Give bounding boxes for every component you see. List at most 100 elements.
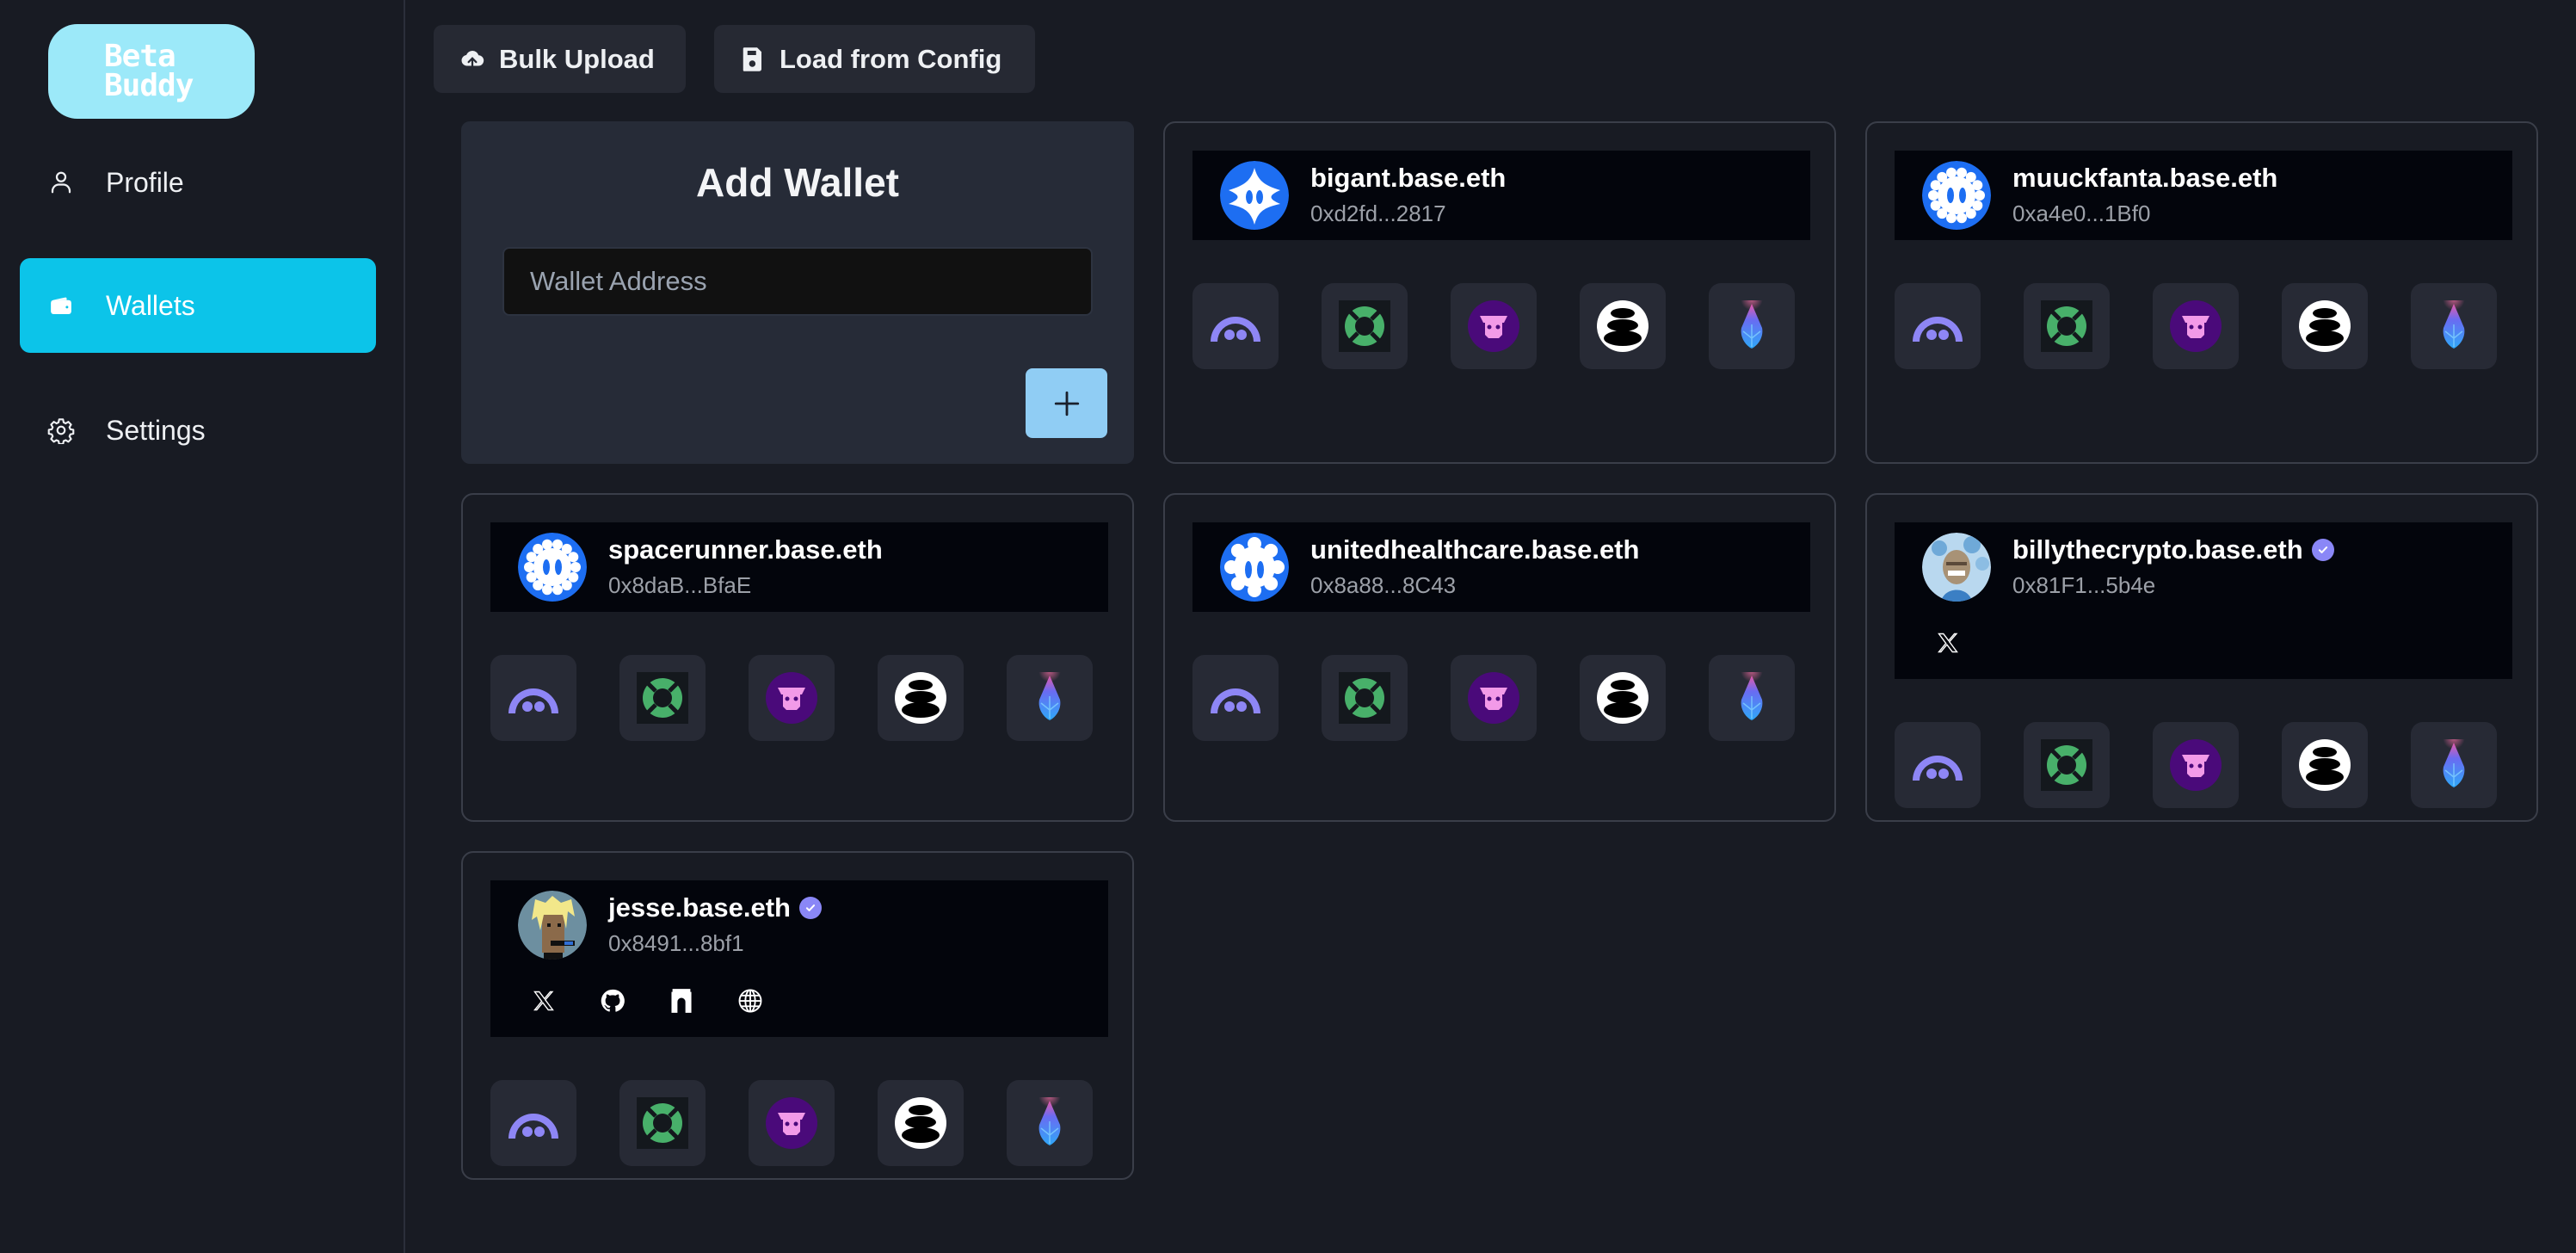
app-tiles bbox=[1192, 655, 1795, 741]
stones-icon bbox=[895, 1097, 946, 1149]
sidebar-item-wallets[interactable]: Wallets bbox=[20, 258, 376, 353]
stacked-stones-app-tile[interactable] bbox=[878, 655, 964, 741]
logo-line-1: Beta bbox=[104, 39, 176, 74]
green-lifebuoy-app-tile[interactable] bbox=[619, 655, 706, 741]
stacked-stones-app-tile[interactable] bbox=[2282, 722, 2368, 808]
blue-flame-app-tile[interactable] bbox=[1007, 655, 1093, 741]
app-tiles bbox=[490, 655, 1093, 741]
blue-flame-app-tile[interactable] bbox=[2411, 722, 2497, 808]
purple-dome-app-tile[interactable] bbox=[490, 655, 576, 741]
sidebar-item-profile[interactable]: Profile bbox=[20, 135, 376, 230]
wallet-address: 0xd2fd...2817 bbox=[1310, 201, 1446, 226]
purple-dome-app-tile[interactable] bbox=[1192, 655, 1279, 741]
wallet-header: billythecrypto.base.eth 0x81F1...5b4e bbox=[1895, 522, 2512, 679]
purple-dome-app-tile[interactable] bbox=[1192, 283, 1279, 369]
add-wallet-button[interactable] bbox=[1026, 368, 1107, 438]
wallet-card[interactable]: unitedhealthcare.base.eth 0x8a88...8C43 bbox=[1163, 493, 1836, 822]
wallet-address: 0x81F1...5b4e bbox=[2012, 572, 2156, 598]
lifebuoy-icon bbox=[2041, 739, 2092, 791]
pink-cow-app-tile[interactable] bbox=[2153, 283, 2239, 369]
blue-cross-avatar bbox=[1220, 161, 1289, 230]
wallet-name-text: billythecrypto.base.eth bbox=[2012, 534, 2303, 565]
plus-icon bbox=[1052, 389, 1082, 418]
purple-dome-app-tile[interactable] bbox=[1895, 722, 1981, 808]
x-icon[interactable] bbox=[530, 987, 558, 1015]
wallet-card[interactable]: muuckfanta.base.eth 0xa4e0...1Bf0 bbox=[1865, 121, 2538, 464]
lifebuoy-icon bbox=[2041, 300, 2092, 352]
stones-icon bbox=[2299, 300, 2351, 352]
github-icon[interactable] bbox=[599, 987, 626, 1015]
sidebar: Beta Buddy Profile Wallets Settings bbox=[0, 0, 405, 1253]
wallet-name: unitedhealthcare.base.eth bbox=[1310, 534, 1639, 565]
lifebuoy-icon bbox=[1339, 300, 1390, 352]
wallet-address-input[interactable] bbox=[502, 247, 1093, 316]
app-tiles bbox=[490, 1080, 1093, 1166]
wallet-address: 0x8a88...8C43 bbox=[1310, 572, 1457, 598]
pink-cow-app-tile[interactable] bbox=[749, 655, 835, 741]
wallet-address: 0x8491...8bf1 bbox=[608, 930, 744, 956]
green-lifebuoy-app-tile[interactable] bbox=[2024, 283, 2110, 369]
cow-icon bbox=[766, 672, 817, 724]
wallet-name-text: unitedhealthcare.base.eth bbox=[1310, 534, 1640, 565]
stacked-stones-app-tile[interactable] bbox=[878, 1080, 964, 1166]
wallet-icon bbox=[47, 292, 75, 319]
blue-flame-app-tile[interactable] bbox=[1709, 655, 1795, 741]
cow-icon bbox=[2170, 300, 2222, 352]
sidebar-item-settings[interactable]: Settings bbox=[20, 383, 376, 478]
user-icon bbox=[47, 169, 75, 196]
wallet-address: 0x8daB...BfaE bbox=[608, 572, 752, 598]
wallet-name: billythecrypto.base.eth bbox=[2012, 534, 2334, 565]
lifebuoy-icon bbox=[1339, 672, 1390, 724]
blue-flame-app-tile[interactable] bbox=[2411, 283, 2497, 369]
bulk-upload-label: Bulk Upload bbox=[499, 43, 655, 74]
load-from-config-label: Load from Config bbox=[780, 43, 1002, 74]
wallet-card[interactable]: billythecrypto.base.eth 0x81F1...5b4e bbox=[1865, 493, 2538, 822]
floppy-disk-icon bbox=[740, 46, 766, 72]
add-wallet-title: Add Wallet bbox=[696, 160, 899, 205]
wallet-name-text: spacerunner.base.eth bbox=[608, 534, 883, 565]
blue-gear-avatar bbox=[1220, 533, 1289, 602]
dome-icon bbox=[1209, 309, 1262, 343]
stacked-stones-app-tile[interactable] bbox=[2282, 283, 2368, 369]
gear-icon bbox=[47, 417, 75, 444]
flame-icon bbox=[1735, 672, 1769, 724]
social-links bbox=[530, 987, 764, 1015]
stacked-stones-app-tile[interactable] bbox=[1580, 283, 1666, 369]
load-from-config-button[interactable]: Load from Config bbox=[714, 25, 1035, 93]
social-links bbox=[1934, 629, 1962, 657]
sidebar-item-label: Wallets bbox=[106, 289, 195, 321]
x-icon[interactable] bbox=[1934, 629, 1962, 657]
flame-icon bbox=[1032, 672, 1067, 724]
stones-icon bbox=[895, 672, 946, 724]
pink-cow-app-tile[interactable] bbox=[2153, 722, 2239, 808]
flame-icon bbox=[2437, 300, 2471, 352]
green-lifebuoy-app-tile[interactable] bbox=[619, 1080, 706, 1166]
farcaster-icon[interactable] bbox=[668, 987, 695, 1015]
cow-icon bbox=[766, 1097, 817, 1149]
pink-cow-app-tile[interactable] bbox=[1451, 283, 1537, 369]
wallet-card[interactable]: jesse.base.eth 0x8491...8bf1 bbox=[461, 851, 1134, 1180]
wallet-name: jesse.base.eth bbox=[608, 892, 822, 923]
globe-icon[interactable] bbox=[736, 987, 764, 1015]
app-tiles bbox=[1895, 722, 2497, 808]
pink-cow-app-tile[interactable] bbox=[749, 1080, 835, 1166]
green-lifebuoy-app-tile[interactable] bbox=[1322, 283, 1408, 369]
blue-flame-app-tile[interactable] bbox=[1007, 1080, 1093, 1166]
beta-buddy-logo[interactable]: Beta Buddy bbox=[48, 24, 255, 119]
verified-badge-icon bbox=[2311, 539, 2334, 561]
flame-icon bbox=[1735, 300, 1769, 352]
green-lifebuoy-app-tile[interactable] bbox=[1322, 655, 1408, 741]
bulk-upload-button[interactable]: Bulk Upload bbox=[434, 25, 686, 93]
cow-icon bbox=[2170, 739, 2222, 791]
wallet-card[interactable]: spacerunner.base.eth 0x8daB...BfaE bbox=[461, 493, 1134, 822]
cow-icon bbox=[1468, 672, 1519, 724]
pink-cow-app-tile[interactable] bbox=[1451, 655, 1537, 741]
sidebar-item-label: Settings bbox=[106, 414, 206, 446]
purple-dome-app-tile[interactable] bbox=[1895, 283, 1981, 369]
stacked-stones-app-tile[interactable] bbox=[1580, 655, 1666, 741]
purple-dome-app-tile[interactable] bbox=[490, 1080, 576, 1166]
green-lifebuoy-app-tile[interactable] bbox=[2024, 722, 2110, 808]
wallet-card[interactable]: bigant.base.eth 0xd2fd...2817 bbox=[1163, 121, 1836, 464]
blue-flame-app-tile[interactable] bbox=[1709, 283, 1795, 369]
blue-flower-avatar bbox=[1922, 161, 1991, 230]
